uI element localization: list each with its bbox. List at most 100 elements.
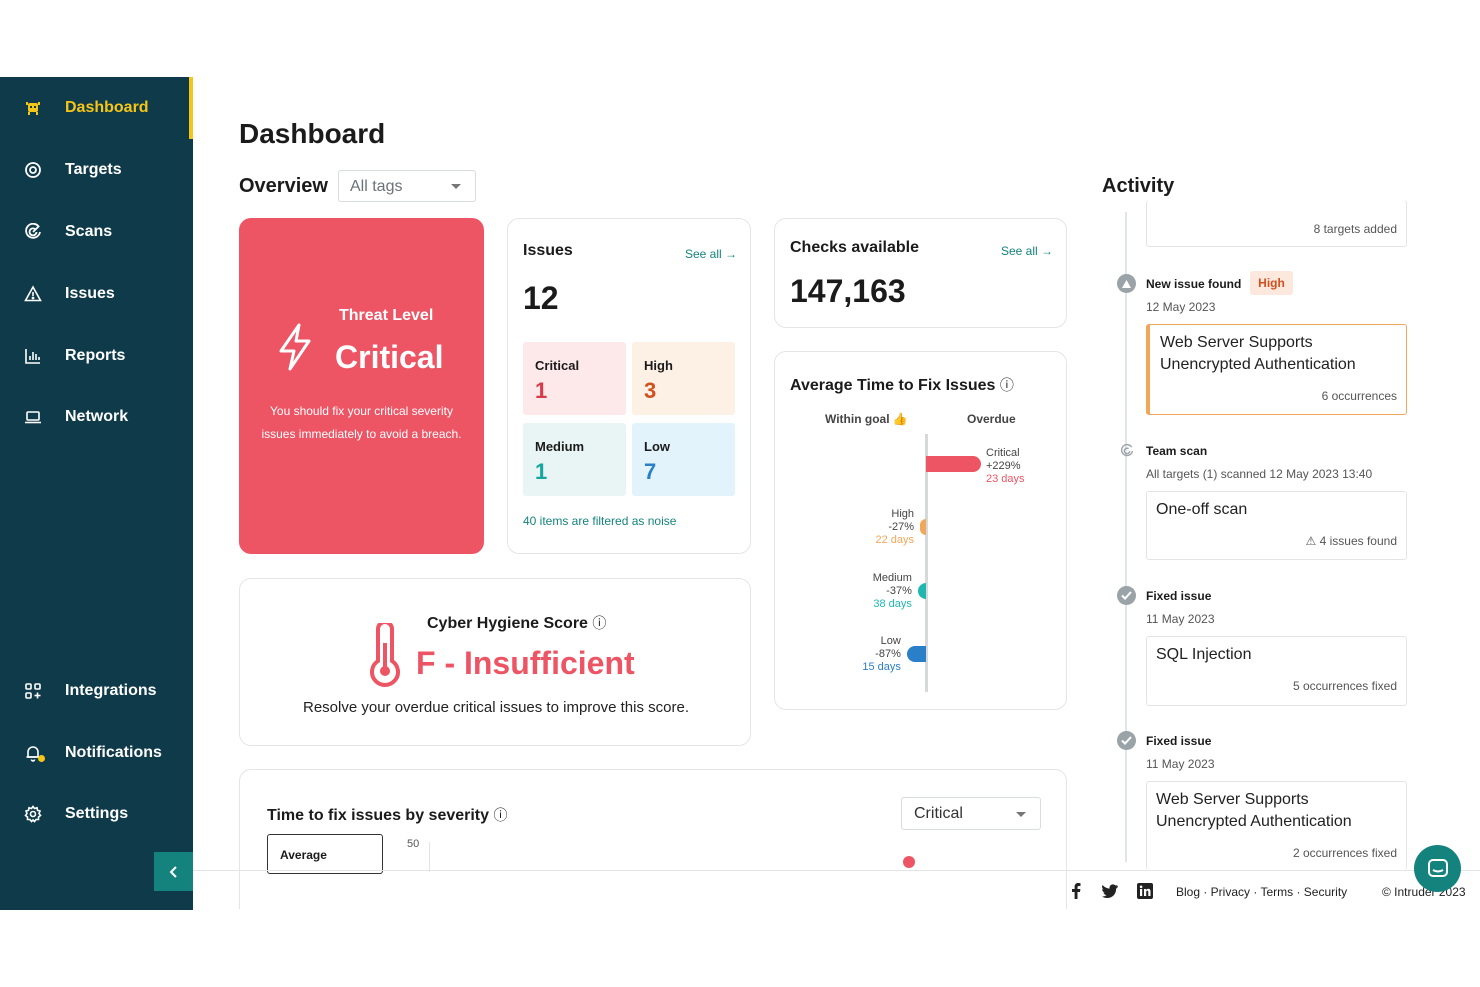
nav-dashboard[interactable]: Dashboard: [0, 77, 193, 139]
lightning-icon: [279, 323, 311, 371]
activity-box[interactable]: 8 targets added: [1146, 200, 1407, 247]
data-point: [903, 856, 915, 868]
hygiene-title-text: Cyber Hygiene Score: [427, 615, 588, 632]
within-goal-text: Within goal: [825, 412, 890, 426]
checks-see-all-link[interactable]: See all →: [1001, 244, 1053, 258]
bar-label-line: -87%: [875, 648, 901, 660]
see-all-label: See all: [685, 247, 722, 261]
activity-count-text: 4 issues found: [1319, 534, 1397, 548]
see-all-label: See all: [1001, 244, 1038, 258]
nav-label: Integrations: [65, 682, 157, 699]
bar-label-line: +229%: [986, 460, 1021, 472]
info-icon[interactable]: ⓘ: [493, 807, 507, 823]
tab-average[interactable]: Average: [267, 834, 383, 874]
nav-label: Notifications: [65, 744, 162, 761]
footer-links[interactable]: Blog · Privacy · Terms · Security: [1176, 885, 1347, 899]
avg-fix-bar-low: [906, 646, 926, 662]
chevron-down-icon: [1016, 812, 1026, 817]
thumbs-up-icon: 👍: [892, 412, 908, 426]
activity-heading: Fixed issue: [1146, 734, 1212, 748]
linkedin-icon[interactable]: [1137, 883, 1153, 899]
notification-dot: [38, 755, 45, 762]
target-icon: [24, 161, 42, 179]
activity-count: 6 occurrences: [1321, 389, 1397, 403]
tag-filter-select[interactable]: All tags: [338, 170, 476, 202]
nav-integrations[interactable]: Integrations: [0, 669, 193, 713]
ttf-title: Time to fix issues by severity ⓘ: [267, 805, 507, 825]
activity-date: 11 May 2023: [1146, 757, 1215, 771]
check-icon: [1117, 586, 1136, 605]
severity-label: Medium: [535, 439, 585, 454]
activity-title: Activity: [1102, 175, 1175, 197]
twitter-icon[interactable]: [1102, 883, 1118, 899]
bar-label-line: 38 days: [873, 598, 912, 610]
avg-fix-bar-medium: [917, 583, 926, 599]
nav-label: Issues: [65, 285, 115, 302]
hygiene-description: Resolve your overdue critical issues to …: [303, 699, 689, 716]
footer-divider: [193, 870, 1480, 871]
avg-fix-bar-label: Critical +229% 23 days: [986, 447, 1025, 486]
chart-axis: [429, 842, 430, 872]
nav-scans[interactable]: Scans: [0, 210, 193, 254]
bar-label-line: Low: [880, 635, 901, 647]
issues-total: 12: [523, 280, 559, 316]
threat-level-card: Threat Level Critical You should fix you…: [239, 218, 484, 554]
threat-level-value: Critical: [335, 339, 444, 375]
severity-high-tile[interactable]: High 3: [632, 342, 735, 415]
chat-button[interactable]: [1414, 845, 1461, 892]
nav-network[interactable]: Network: [0, 395, 193, 439]
facebook-icon[interactable]: [1068, 883, 1084, 899]
severity-badge: High: [1250, 271, 1293, 295]
severity-label: Low: [644, 439, 670, 454]
noise-filter-link[interactable]: 40 items are filtered as noise: [523, 514, 676, 528]
activity-count: 5 occurrences fixed: [1292, 679, 1397, 693]
issues-card: Issues See all → 12 Critical 1 High 3 Me…: [507, 218, 751, 554]
activity-date: 11 May 2023: [1146, 612, 1215, 626]
chevron-left-icon: [169, 865, 177, 878]
activity-box[interactable]: Web Server Supports Unencrypted Authenti…: [1146, 781, 1407, 870]
activity-box[interactable]: SQL Injection 5 occurrences fixed: [1146, 636, 1407, 706]
nav-reports[interactable]: Reports: [0, 334, 193, 378]
ttf-title-text: Time to fix issues by severity: [267, 807, 490, 824]
sidebar: Dashboard Targets Scans Issues Reports N…: [0, 77, 193, 910]
severity-select[interactable]: Critical: [901, 797, 1041, 830]
activity-box-title: SQL Injection: [1156, 646, 1252, 663]
nav-targets[interactable]: Targets: [0, 148, 193, 192]
info-icon[interactable]: ⓘ: [1000, 377, 1014, 393]
activity-count: ⚠ 4 issues found: [1306, 534, 1398, 548]
nav-notifications[interactable]: Notifications: [0, 731, 193, 775]
nav-label: Dashboard: [65, 99, 149, 116]
grid-plus-icon: [24, 682, 42, 700]
check-icon: [1117, 731, 1136, 750]
within-goal-label: Within goal 👍: [825, 412, 908, 426]
bar-label-line: High: [891, 508, 915, 520]
issues-see-all-link[interactable]: See all →: [685, 247, 737, 261]
warning-icon: [24, 285, 42, 303]
activity-box[interactable]: Web Server Supports Unencrypted Authenti…: [1146, 324, 1407, 415]
nav-issues[interactable]: Issues: [0, 272, 193, 316]
axis-tick: 50: [407, 838, 420, 850]
severity-critical-tile[interactable]: Critical 1: [523, 342, 626, 415]
activity-box[interactable]: One-off scan ⚠ 4 issues found: [1146, 491, 1407, 560]
bar-label-line: -37%: [886, 585, 912, 597]
avg-fix-title: Average Time to Fix Issues ⓘ: [790, 375, 1014, 395]
nav-label: Targets: [65, 161, 122, 178]
radar-icon: [1117, 441, 1136, 460]
info-icon[interactable]: ⓘ: [592, 615, 606, 631]
laptop-icon: [24, 408, 42, 426]
arrow-right-icon: →: [1041, 244, 1054, 258]
severity-low-tile[interactable]: Low 7: [632, 423, 735, 496]
avg-fix-title-text: Average Time to Fix Issues: [790, 377, 996, 394]
bar-chart-icon: [24, 347, 42, 365]
nav-label: Scans: [65, 223, 113, 240]
collapse-sidebar-button[interactable]: [154, 852, 193, 891]
checks-value: 147,163: [790, 273, 906, 309]
bar-label-line: Critical: [986, 447, 1020, 459]
nav-settings[interactable]: Settings: [0, 792, 193, 836]
nav-label: Network: [65, 408, 129, 425]
bar-label-line: 23 days: [986, 473, 1025, 485]
severity-medium-tile[interactable]: Medium 1: [523, 423, 626, 496]
issues-title: Issues: [523, 242, 573, 259]
avg-time-to-fix-card: Average Time to Fix Issues ⓘ Within goal…: [774, 351, 1067, 710]
thermometer-icon: [370, 623, 400, 687]
